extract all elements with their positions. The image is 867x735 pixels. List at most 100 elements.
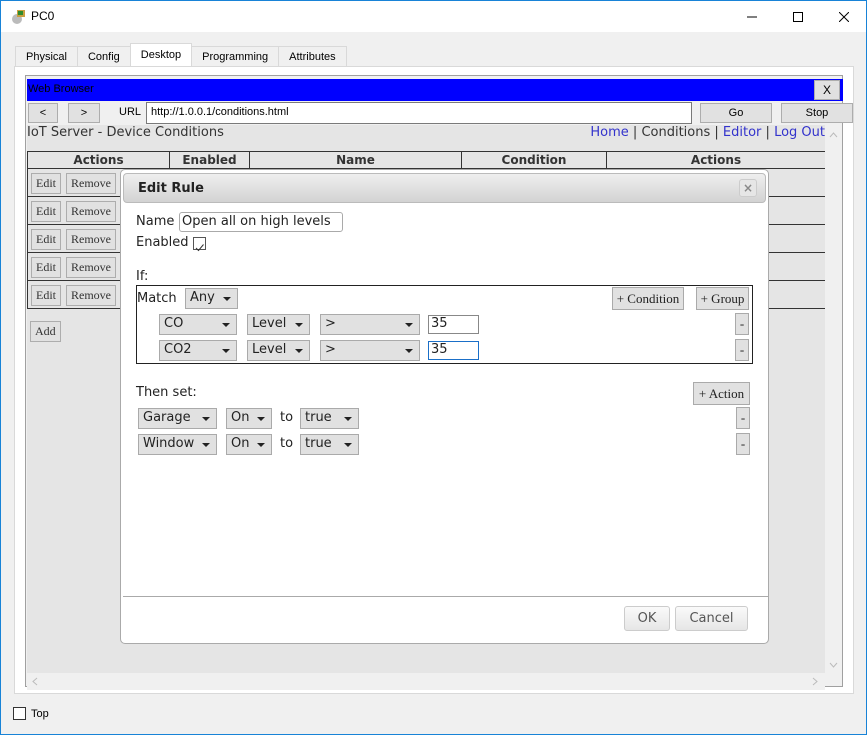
edit-button[interactable]: Edit	[31, 228, 61, 250]
chevron-down-icon	[405, 349, 413, 353]
tab-attributes[interactable]: Attributes	[278, 46, 347, 67]
action-value-select[interactable]: true	[300, 408, 359, 429]
nav-logout-link[interactable]: Log Out	[774, 125, 825, 140]
cancel-button[interactable]: Cancel	[675, 606, 748, 631]
tab-config[interactable]: Config	[76, 46, 131, 67]
minimize-icon	[747, 16, 757, 17]
action-device-value: Garage	[143, 410, 191, 425]
forward-button[interactable]: >	[68, 103, 100, 123]
condition-device-select[interactable]: CO	[159, 314, 237, 335]
condition-property-value: Level	[252, 342, 287, 357]
page-title: IoT Server - Device Conditions	[27, 125, 224, 140]
chevron-down-icon	[257, 417, 265, 421]
edit-button[interactable]: Edit	[31, 284, 61, 306]
stop-button[interactable]: Stop	[781, 103, 853, 123]
condition-operator-select[interactable]: >	[320, 340, 420, 361]
remove-button[interactable]: Remove	[66, 256, 116, 278]
page-nav: Home | Conditions | Editor | Log Out	[590, 125, 825, 140]
chevron-down-icon	[202, 417, 210, 421]
remove-action-button[interactable]: -	[736, 433, 750, 455]
vertical-scrollbar[interactable]	[825, 125, 842, 673]
nav-home-link[interactable]: Home	[590, 125, 628, 140]
to-label: to	[280, 410, 294, 425]
scroll-down-icon[interactable]	[825, 659, 842, 671]
enabled-label: Enabled	[136, 235, 189, 250]
action-device-select[interactable]: Garage	[138, 408, 217, 429]
chevron-down-icon	[344, 443, 352, 447]
rule-name-input[interactable]: Open all on high levels	[179, 212, 343, 232]
tab-physical[interactable]: Physical	[15, 46, 78, 67]
remove-condition-button[interactable]: -	[735, 313, 749, 335]
close-window-button[interactable]	[821, 1, 867, 32]
edit-button[interactable]: Edit	[31, 172, 61, 194]
top-checkbox[interactable]	[13, 707, 26, 720]
remove-button[interactable]: Remove	[66, 200, 116, 222]
condition-device-value: CO2	[164, 342, 192, 357]
back-button[interactable]: <	[28, 103, 58, 123]
enabled-checkbox[interactable]	[193, 237, 206, 252]
condition-property-select[interactable]: Level	[247, 314, 310, 335]
nav-editor-link[interactable]: Editor	[723, 125, 761, 140]
nav-separator: |	[714, 125, 719, 140]
web-browser-title: Web Browser	[28, 83, 94, 95]
dialog-close-button[interactable]: ×	[739, 179, 757, 197]
col-enabled: Enabled	[169, 151, 250, 169]
remove-condition-button[interactable]: -	[735, 339, 749, 361]
url-input[interactable]: http://1.0.0.1/conditions.html	[146, 102, 692, 124]
action-property-value: On	[231, 410, 250, 425]
maximize-button[interactable]	[775, 1, 821, 32]
action-property-value: On	[231, 436, 250, 451]
condition-operator-select[interactable]: >	[320, 314, 420, 335]
web-browser-titlebar: Web Browser X	[27, 79, 843, 101]
ok-button[interactable]: OK	[624, 606, 670, 631]
match-value: Any	[190, 290, 215, 305]
condition-property-select[interactable]: Level	[247, 340, 310, 361]
remove-button[interactable]: Remove	[66, 172, 116, 194]
add-condition-button[interactable]: + Condition	[612, 287, 684, 310]
top-label: Top	[31, 708, 49, 720]
web-browser-close-button[interactable]: X	[814, 80, 840, 100]
tab-programming[interactable]: Programming	[191, 46, 280, 67]
go-button[interactable]: Go	[700, 103, 772, 123]
nav-conditions-current: Conditions	[641, 125, 711, 140]
action-device-select[interactable]: Window	[138, 434, 217, 455]
tab-desktop[interactable]: Desktop	[129, 43, 193, 66]
add-group-button[interactable]: + Group	[696, 287, 749, 310]
tab-bar: Physical Config Desktop Programming Attr…	[15, 43, 347, 67]
chevron-down-icon	[295, 349, 303, 353]
scroll-up-icon[interactable]	[825, 129, 842, 141]
remove-button[interactable]: Remove	[66, 284, 116, 306]
scroll-left-icon[interactable]	[29, 673, 41, 690]
col-actions: Actions	[27, 151, 170, 169]
url-label: URL	[119, 106, 142, 118]
remove-button[interactable]: Remove	[66, 228, 116, 250]
action-property-select[interactable]: On	[226, 408, 272, 429]
window-title: PC0	[31, 9, 55, 23]
dialog-header: Edit Rule ×	[123, 173, 766, 203]
checkmark-icon	[195, 244, 204, 252]
edit-button[interactable]: Edit	[31, 200, 61, 222]
add-action-button[interactable]: + Action	[693, 382, 750, 405]
condition-device-select[interactable]: CO2	[159, 340, 237, 361]
condition-value-input[interactable]: 35	[428, 341, 479, 360]
app-window: PC0 Physical Config Desktop Programming …	[0, 0, 867, 735]
chevron-down-icon	[222, 323, 230, 327]
add-rule-button[interactable]: Add	[30, 321, 61, 342]
minimize-button[interactable]	[729, 1, 775, 32]
col-name: Name	[249, 151, 462, 169]
chevron-down-icon	[257, 443, 265, 447]
action-property-select[interactable]: On	[226, 434, 272, 455]
scroll-right-icon[interactable]	[809, 673, 821, 690]
edit-button[interactable]: Edit	[31, 256, 61, 278]
action-value-select[interactable]: true	[300, 434, 359, 455]
remove-action-button[interactable]: -	[736, 407, 750, 429]
col-condition: Condition	[461, 151, 607, 169]
match-select[interactable]: Any	[185, 288, 238, 309]
horizontal-scrollbar[interactable]	[27, 673, 825, 690]
condition-value-input[interactable]: 35	[428, 315, 479, 334]
condition-device-value: CO	[164, 316, 184, 331]
table-header-row: Actions Enabled Name Condition Actions	[27, 151, 825, 169]
chevron-down-icon	[344, 417, 352, 421]
chevron-down-icon	[223, 297, 231, 301]
maximize-icon	[793, 11, 803, 22]
